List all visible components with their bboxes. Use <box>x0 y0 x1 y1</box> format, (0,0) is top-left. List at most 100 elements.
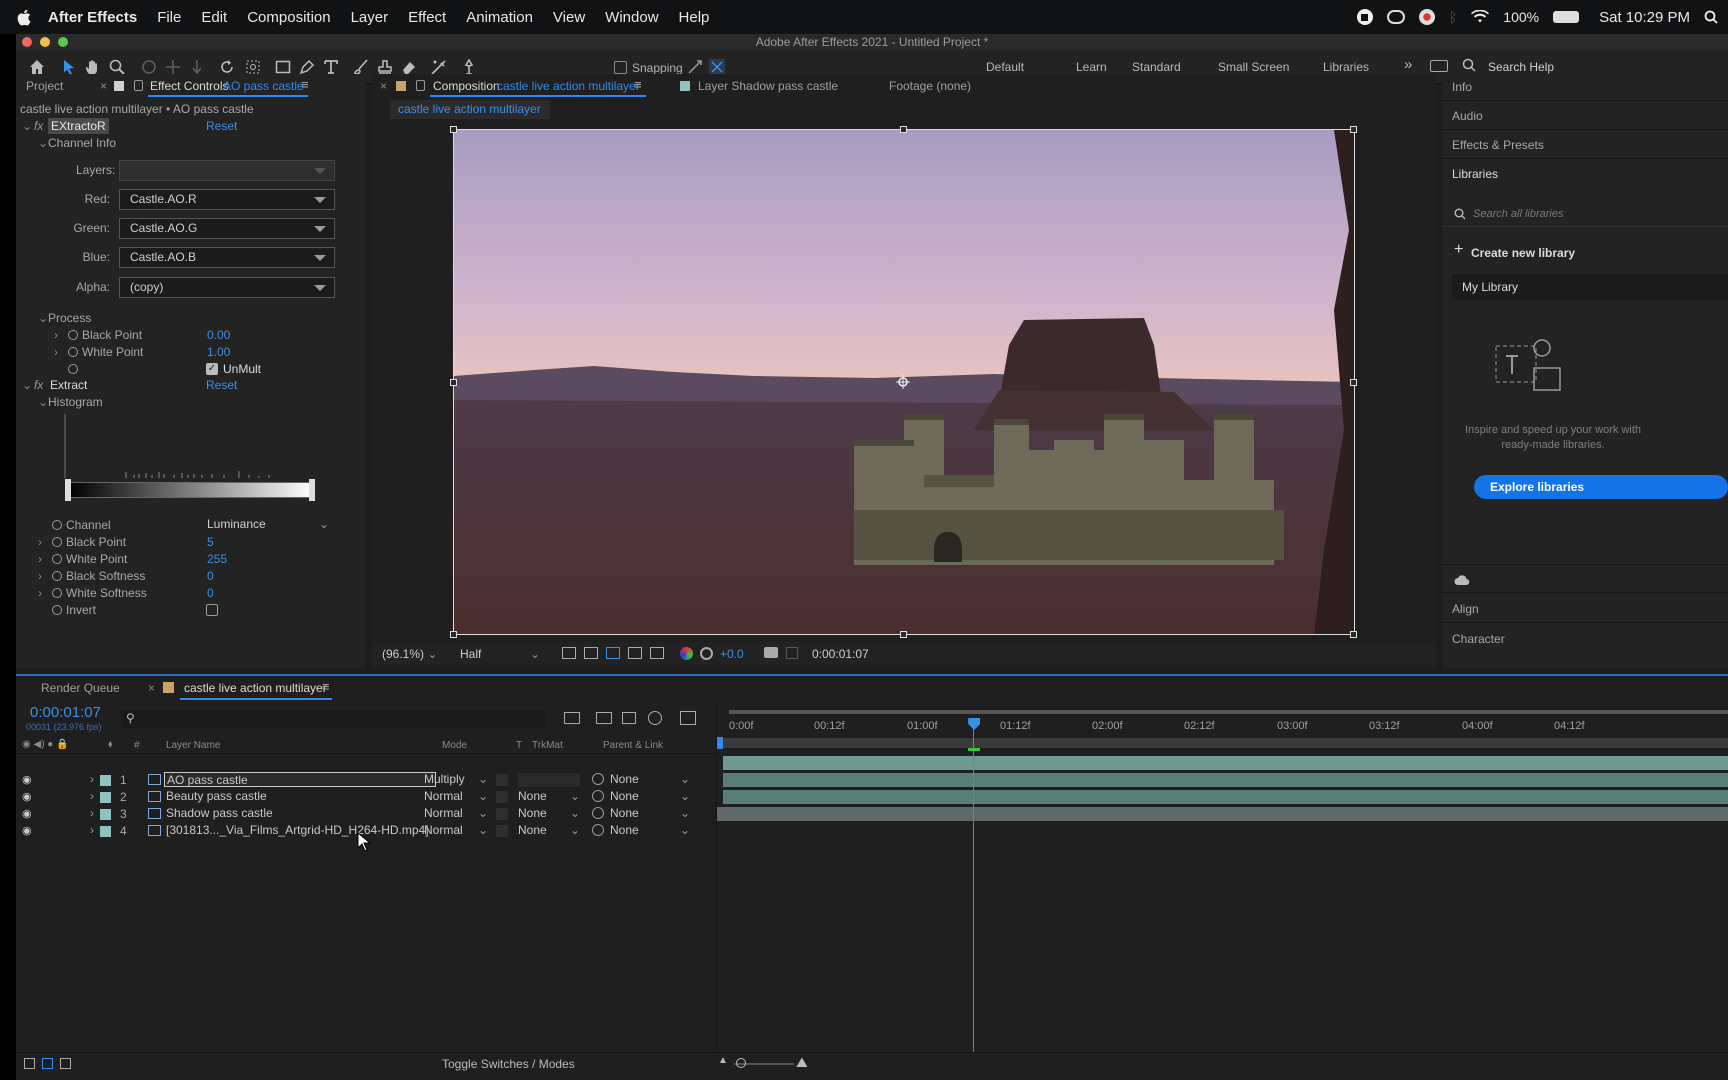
stopwatch-icon[interactable] <box>68 330 78 340</box>
spotlight-icon[interactable] <box>1704 10 1718 24</box>
transform-handle[interactable] <box>1350 379 1357 386</box>
alpha-channel-dropdown[interactable]: (copy) <box>119 277 335 298</box>
panel-menu-icon[interactable]: ≡ <box>301 77 309 92</box>
reset-exposure-icon[interactable] <box>700 647 713 660</box>
label-color-swatch[interactable] <box>100 775 111 786</box>
magnification-dropdown[interactable]: (96.1%) ⌄ <box>382 647 437 661</box>
channel-dropdown[interactable]: Luminance ⌄ <box>207 517 335 534</box>
time-ruler[interactable]: 0:00f 00:12f 01:00f 01:12f 02:00f 02:12f… <box>717 714 1728 738</box>
layer-row[interactable]: ◉ › 3 Shadow pass castle Normal ⌄ None ⌄ None ⌄ <box>16 806 716 823</box>
expand-chevron-icon[interactable]: › <box>90 772 94 786</box>
parent-link-column[interactable]: Parent & Link <box>603 740 663 751</box>
menu-composition[interactable]: Composition <box>247 9 330 26</box>
stopwatch-icon[interactable] <box>52 588 62 598</box>
green-channel-dropdown[interactable]: Castle.AO.G <box>119 218 335 239</box>
transform-handle[interactable] <box>900 126 907 133</box>
mask-visibility-icon[interactable] <box>606 647 620 659</box>
zoom-in-icon[interactable]: ⛰ <box>796 1054 808 1071</box>
tab-composition-name[interactable]: castle live action multilayer <box>497 79 640 93</box>
search-help-icon[interactable] <box>1462 58 1476 72</box>
transform-handle[interactable] <box>450 379 457 386</box>
pick-whip-icon[interactable] <box>592 790 604 802</box>
color-profile-icon[interactable] <box>1418 9 1435 25</box>
apple-icon[interactable] <box>0 9 48 26</box>
parent-dropdown[interactable]: None ⌄ <box>610 789 690 805</box>
menu-layer[interactable]: Layer <box>351 9 389 26</box>
lock-icon[interactable] <box>134 80 143 91</box>
track-matte-dropdown[interactable]: None ⌄ <box>518 789 580 805</box>
workspace-small-screen[interactable]: Small Screen <box>1218 60 1289 74</box>
workspace-default[interactable]: Default <box>986 60 1024 74</box>
toggle-switches-modes-button[interactable]: Toggle Switches / Modes <box>442 1057 575 1071</box>
fx-icon[interactable]: fx <box>34 119 43 133</box>
extract-black-point-value[interactable]: 5 <box>207 535 214 549</box>
extract-reset-link[interactable]: Reset <box>206 378 237 392</box>
more-workspaces-icon[interactable]: » <box>1404 56 1412 73</box>
expand-chevron-icon[interactable]: › <box>54 328 58 342</box>
extractor-reset-link[interactable]: Reset <box>206 119 237 133</box>
tab-project[interactable]: Project <box>26 79 63 93</box>
transform-handle[interactable] <box>450 126 457 133</box>
expand-chevron-icon[interactable]: › <box>90 823 94 837</box>
stopwatch-icon[interactable] <box>68 347 78 357</box>
battery-icon[interactable] <box>1553 11 1580 23</box>
zoom-window-button[interactable] <box>58 37 68 47</box>
t-column[interactable]: T <box>516 740 522 751</box>
comp-navigator-chip[interactable]: castle live action multilayer <box>390 100 550 119</box>
pick-whip-icon[interactable] <box>592 773 604 785</box>
transform-handle[interactable] <box>450 631 457 638</box>
zoom-out-icon[interactable]: ▲ <box>718 1055 728 1066</box>
record-icon[interactable] <box>1356 9 1373 25</box>
stopwatch-icon[interactable] <box>52 554 62 564</box>
menu-view[interactable]: View <box>553 9 585 26</box>
minimize-window-button[interactable] <box>40 37 50 47</box>
expand-chevron-icon[interactable]: › <box>90 806 94 820</box>
wifi-icon[interactable] <box>1471 10 1490 24</box>
viewer-timecode[interactable]: 0:00:01:07 <box>812 647 869 661</box>
workspace-learn[interactable]: Learn <box>1076 60 1107 74</box>
work-area-start-handle[interactable] <box>717 737 723 749</box>
workspace-standard[interactable]: Standard <box>1132 60 1181 74</box>
layers-dropdown[interactable] <box>119 160 335 181</box>
layer-switches-icon[interactable] <box>24 1058 35 1069</box>
tab-effect-controls[interactable]: Effect Controls <box>150 79 228 93</box>
my-library-item[interactable]: My Library <box>1452 274 1728 300</box>
in-out-stretch-icon[interactable] <box>60 1058 71 1069</box>
layer-search-input[interactable]: ⚲ <box>122 710 546 728</box>
eye-visibility-icon[interactable]: ◉ <box>22 824 32 837</box>
character-panel-header[interactable]: Character <box>1452 632 1505 646</box>
parent-dropdown[interactable]: None ⌄ <box>610 806 690 822</box>
app-menu[interactable]: After Effects <box>48 9 137 26</box>
layer-bar-4[interactable] <box>717 807 1728 821</box>
menu-effect[interactable]: Effect <box>408 9 446 26</box>
layer-name[interactable]: AO pass castle <box>164 772 436 787</box>
transform-handle[interactable] <box>900 631 907 638</box>
playhead[interactable] <box>968 718 981 1058</box>
label-color-swatch[interactable] <box>100 809 111 820</box>
layer-bar-1[interactable] <box>723 756 1728 770</box>
channel-icon[interactable] <box>680 647 693 660</box>
effect-name-extractor[interactable]: EXtractoR <box>48 118 109 134</box>
expand-chevron-icon[interactable]: › <box>38 569 42 583</box>
preserve-transparency-toggle[interactable] <box>496 774 508 786</box>
collapse-chevron-icon[interactable]: ⌄ <box>22 378 32 392</box>
label-color-swatch[interactable] <box>100 826 111 837</box>
frame-blending-icon[interactable] <box>648 711 662 725</box>
layer-row[interactable]: ◉ › 1 AO pass castle Multiply ⌄ None ⌄ <box>16 772 716 789</box>
audio-panel-header[interactable]: Audio <box>1452 109 1483 123</box>
work-area-range[interactable] <box>717 738 1728 748</box>
draft-3d-icon[interactable] <box>596 712 612 724</box>
pick-whip-icon[interactable] <box>592 824 604 836</box>
stopwatch-icon[interactable] <box>52 537 62 547</box>
track-matte-dropdown[interactable]: None ⌄ <box>518 806 580 822</box>
layer-name[interactable]: Beauty pass castle <box>164 789 436 804</box>
layer-row[interactable]: ◉ › 2 Beauty pass castle Normal ⌄ None ⌄ None ⌄ <box>16 789 716 806</box>
parent-dropdown[interactable]: None ⌄ <box>610 823 690 839</box>
close-window-button[interactable] <box>22 37 32 47</box>
workspace-libraries[interactable]: Libraries <box>1323 60 1369 74</box>
unmult-checkbox[interactable]: ✓ <box>206 363 218 375</box>
pick-whip-icon[interactable] <box>592 807 604 819</box>
info-panel-header[interactable]: Info <box>1452 80 1472 94</box>
tab-render-queue[interactable]: Render Queue <box>41 681 120 695</box>
blue-channel-dropdown[interactable]: Castle.AO.B <box>119 247 335 268</box>
